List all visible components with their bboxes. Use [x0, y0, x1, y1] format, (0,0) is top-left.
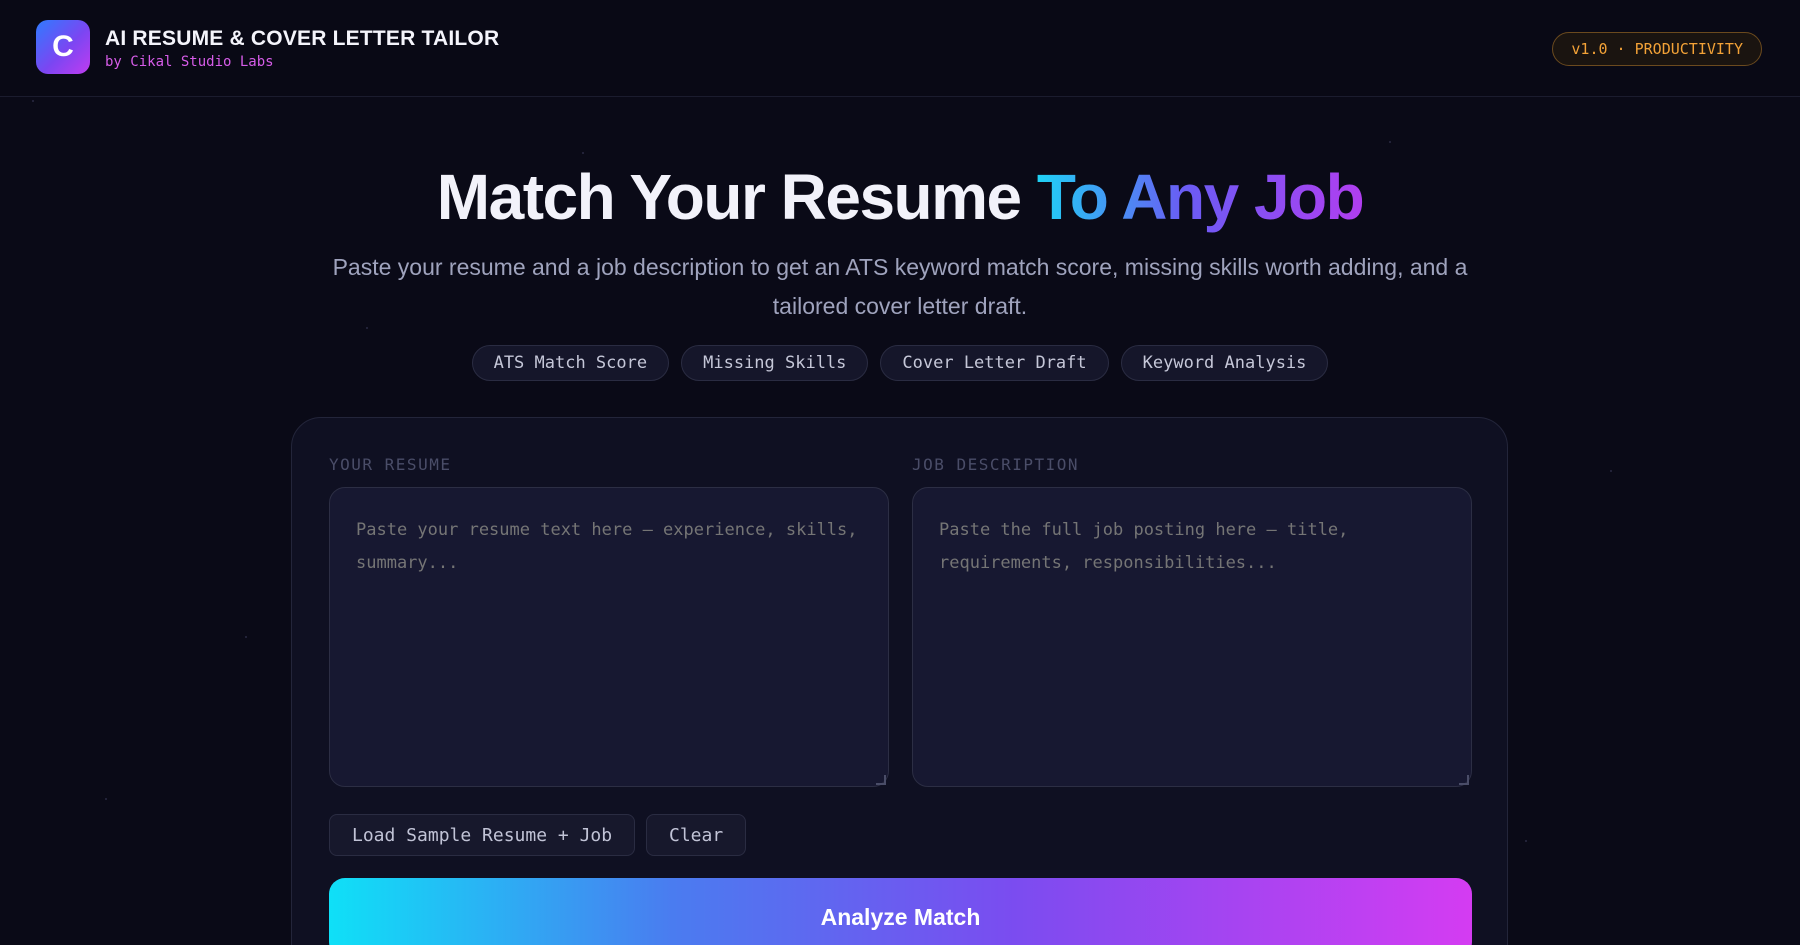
job-description-resize-handle[interactable] [1459, 775, 1469, 785]
app-title: AI RESUME & COVER LETTER TAILOR [105, 27, 500, 50]
feature-chip-keyword-analysis: Keyword Analysis [1120, 345, 1329, 381]
app-logo[interactable]: C [36, 20, 90, 74]
hero-description: Paste your resume and a job description … [332, 254, 1468, 319]
feature-chip-ats-match-score: ATS Match Score [471, 345, 670, 381]
job-description-label: JOB DESCRIPTION [912, 455, 1079, 474]
analyze-match-button[interactable]: Analyze Match [329, 878, 1472, 945]
resume-resize-handle[interactable] [876, 775, 886, 785]
hero-title: Match Your Resume To Any Job [0, 160, 1800, 234]
resume-textarea[interactable] [329, 487, 889, 787]
feature-chip-cover-letter-draft: Cover Letter Draft [880, 345, 1109, 381]
app-subtitle: by Cikal Studio Labs [105, 54, 274, 70]
hero-title-plain: Match Your Resume [436, 161, 1037, 233]
analyzer-card: YOUR RESUME JOB DESCRIPTION Load Sample … [291, 417, 1508, 945]
feature-chip-missing-skills: Missing Skills [681, 345, 869, 381]
hero-title-highlight: To Any Job [1036, 161, 1365, 233]
top-bar: C AI RESUME & COVER LETTER TAILOR by Cik… [0, 0, 1800, 97]
job-description-textarea[interactable] [912, 487, 1472, 787]
clear-button[interactable]: Clear [646, 814, 747, 856]
load-sample-button[interactable]: Load Sample Resume + Job [329, 814, 636, 856]
version-badge: v1.0 · PRODUCTIVITY [1552, 32, 1762, 66]
feature-chips: ATS Match Score Missing Skills Cover Let… [0, 345, 1800, 381]
resume-label: YOUR RESUME [329, 455, 452, 474]
